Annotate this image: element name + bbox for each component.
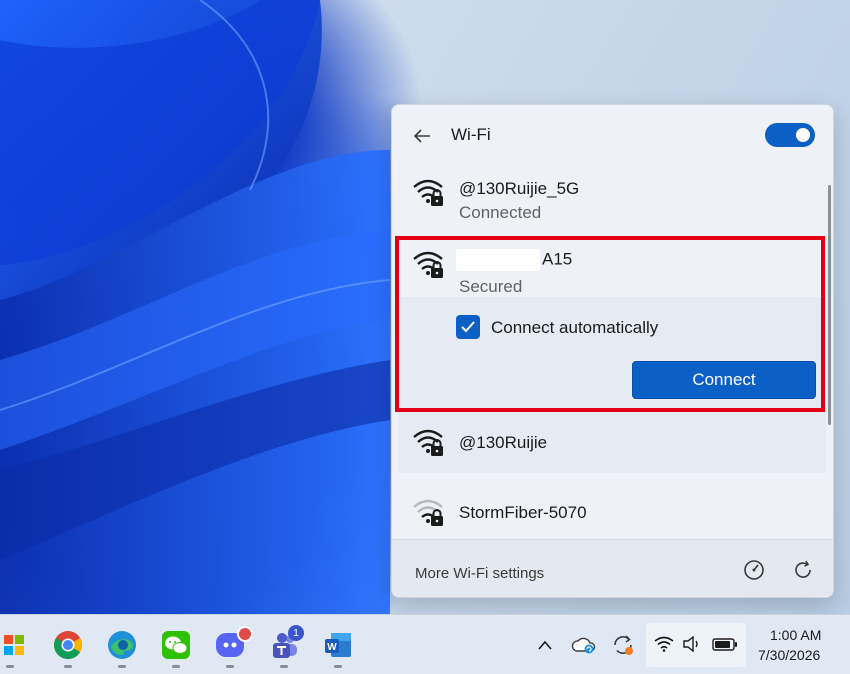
network-name: StormFiber-5070 <box>459 503 587 522</box>
edge-icon <box>108 631 136 659</box>
wifi-toggle[interactable] <box>765 123 815 147</box>
scrollbar[interactable] <box>828 185 831 425</box>
windows-start-icon <box>4 635 24 655</box>
running-indicator <box>64 665 72 668</box>
sync-icon <box>614 635 633 655</box>
back-button[interactable] <box>410 124 434 148</box>
flyout-header: Wi-Fi <box>392 105 833 165</box>
running-indicator <box>118 665 126 668</box>
wifi-secured-icon <box>413 179 443 206</box>
network-name: @130Ruijie_5G <box>459 179 580 198</box>
clock-date[interactable]: 7/30/2026 <box>758 647 820 663</box>
back-arrow-icon <box>413 129 430 143</box>
wifi-icon <box>654 636 674 652</box>
chevron-up-icon <box>538 640 552 650</box>
wifi-secured-icon <box>413 429 443 456</box>
quick-settings-button[interactable] <box>646 623 746 667</box>
highlight-box <box>395 236 825 412</box>
battery-icon <box>712 638 737 651</box>
flyout-footer: More Wi-Fi settings <box>392 539 833 597</box>
taskbar-app-chrome[interactable] <box>52 629 84 661</box>
network-name: @130Ruijie <box>459 433 548 452</box>
word-icon: W <box>325 633 351 657</box>
flyout-title: Wi-Fi <box>451 125 491 144</box>
taskbar-app-wechat[interactable] <box>160 629 192 661</box>
onedrive-button[interactable] <box>568 629 600 661</box>
show-hidden-icons-button[interactable] <box>529 629 561 661</box>
chrome-icon <box>54 631 82 659</box>
wechat-icon <box>162 631 190 659</box>
network-item-1[interactable]: @130Ruijie_5G Connected <box>392 177 833 233</box>
speedometer-icon[interactable] <box>743 559 765 581</box>
onedrive-icon <box>571 637 596 654</box>
teams-badge: 1 <box>288 625 304 641</box>
running-indicator <box>226 665 234 668</box>
svg-text:W: W <box>327 642 337 653</box>
volume-icon <box>683 636 698 652</box>
running-indicator <box>172 665 180 668</box>
network-item-3[interactable]: @130Ruijie <box>392 427 833 467</box>
network-status: Connected <box>459 203 542 222</box>
network-item-4[interactable]: StormFiber-5070 <box>392 497 833 537</box>
more-wifi-settings-link[interactable]: More Wi-Fi settings <box>415 565 544 582</box>
wifi-weak-secured-icon <box>413 499 443 526</box>
running-indicator <box>6 665 14 668</box>
notification-dot <box>237 626 253 642</box>
taskbar-app-edge[interactable] <box>106 629 138 661</box>
start-button[interactable] <box>0 629 30 661</box>
taskbar-app-word[interactable]: W <box>322 629 354 661</box>
clock-time[interactable]: 1:00 AM <box>770 627 821 643</box>
running-indicator <box>280 665 288 668</box>
sync-button[interactable] <box>607 629 639 661</box>
toggle-knob <box>796 128 810 142</box>
refresh-icon[interactable] <box>792 559 814 581</box>
running-indicator <box>334 665 342 668</box>
taskbar: 1 W 1:00 AM 7/30/2026 <box>0 614 850 674</box>
